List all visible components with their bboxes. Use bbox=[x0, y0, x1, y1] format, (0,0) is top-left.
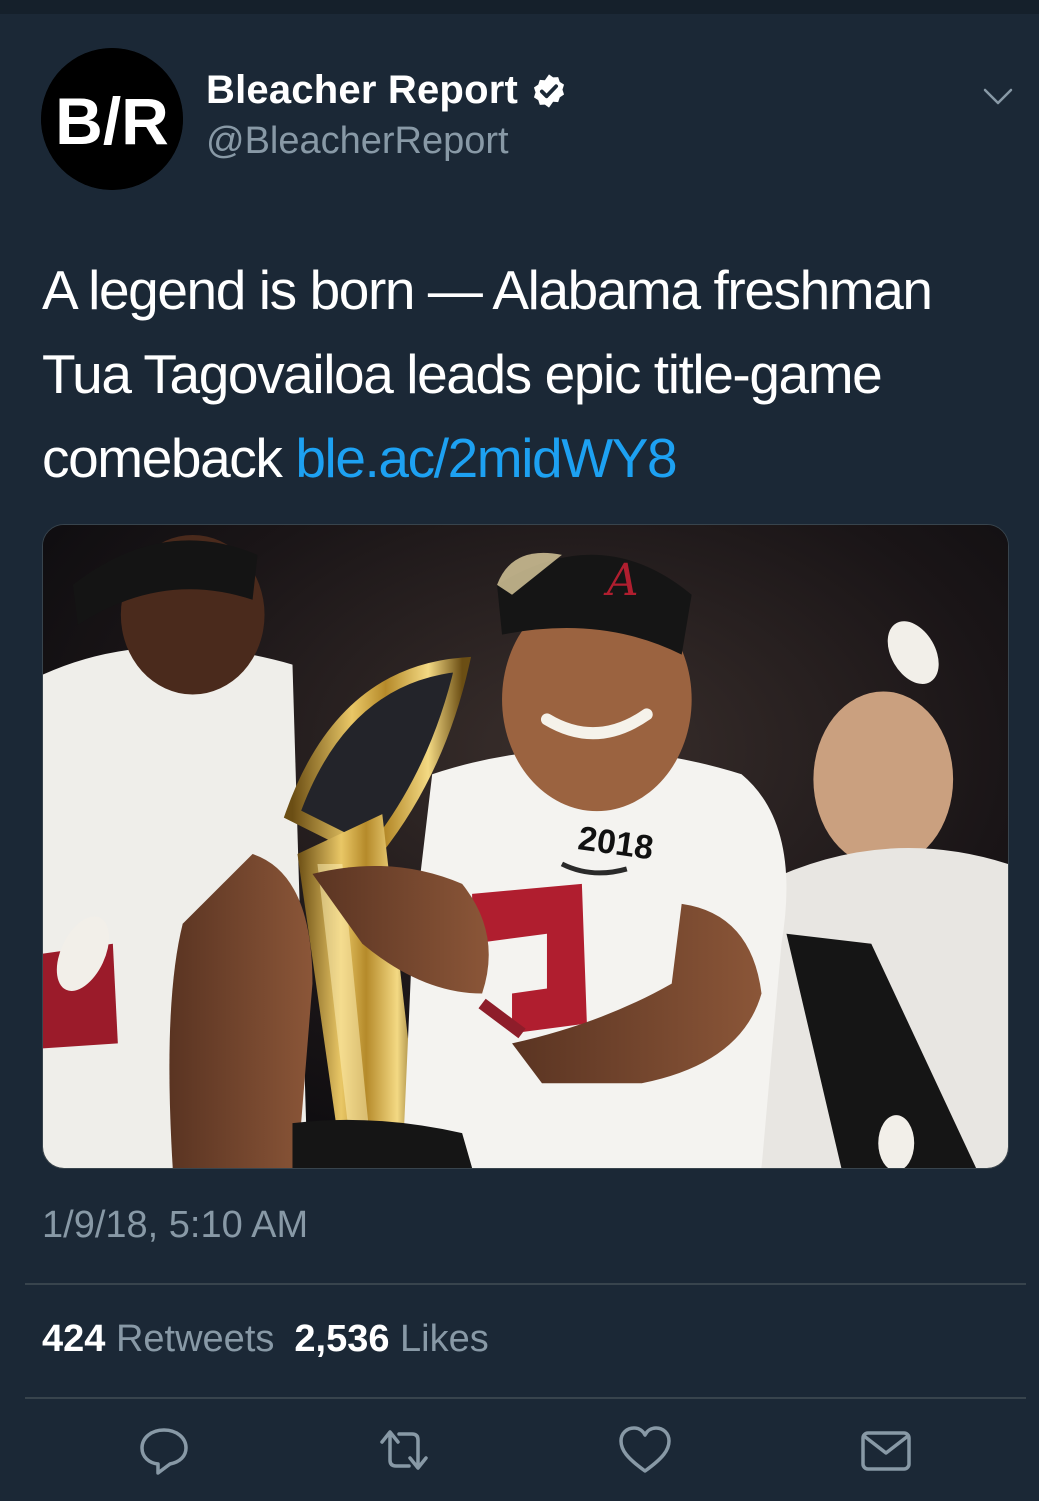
chevron-down-icon[interactable] bbox=[980, 78, 1016, 114]
divider bbox=[25, 1283, 1026, 1285]
reply-button[interactable] bbox=[136, 1422, 192, 1478]
likes-stat[interactable]: 2,536 Likes bbox=[294, 1318, 488, 1361]
tweet-timestamp[interactable]: 1/9/18, 5:10 AM bbox=[42, 1204, 308, 1247]
retweets-stat[interactable]: 424 Retweets bbox=[42, 1318, 274, 1361]
tweet-link[interactable]: ble.ac/2midWY8 bbox=[295, 427, 677, 489]
like-icon bbox=[619, 1426, 671, 1473]
avatar[interactable]: B/R bbox=[41, 48, 183, 190]
direct-message-icon bbox=[861, 1431, 911, 1471]
direct-message-button[interactable] bbox=[858, 1422, 914, 1478]
account-name[interactable]: Bleacher Report bbox=[206, 68, 518, 113]
likes-label: Likes bbox=[400, 1318, 489, 1360]
reply-icon bbox=[140, 1428, 188, 1475]
account-handle[interactable]: @BleacherReport bbox=[206, 120, 509, 163]
account-name-row[interactable]: Bleacher Report bbox=[206, 68, 568, 113]
retweets-label: Retweets bbox=[115, 1318, 275, 1360]
tweet-stats: 424 Retweets 2,536 Likes bbox=[42, 1318, 489, 1361]
retweet-button[interactable] bbox=[376, 1422, 432, 1478]
likes-count: 2,536 bbox=[294, 1318, 390, 1360]
divider bbox=[25, 1397, 1026, 1399]
tweet-actions bbox=[0, 1422, 1039, 1492]
tweet-card: B/R Bleacher Report @BleacherReport A le… bbox=[0, 0, 1039, 1501]
like-button[interactable] bbox=[617, 1422, 673, 1478]
avatar-logo-text: B/R bbox=[55, 84, 169, 158]
tweet-text: A legend is born — Alabama freshman Tua … bbox=[42, 248, 1017, 500]
cap-logo-glyph: A bbox=[603, 555, 639, 606]
retweets-count: 424 bbox=[42, 1318, 106, 1360]
celebration-photo: 2018 A bbox=[43, 525, 1008, 1168]
tweet-photo[interactable]: 2018 A bbox=[42, 524, 1009, 1169]
verified-badge-icon bbox=[533, 73, 565, 108]
bleacher-report-logo: B/R bbox=[41, 48, 183, 190]
retweet-icon bbox=[380, 1430, 428, 1470]
